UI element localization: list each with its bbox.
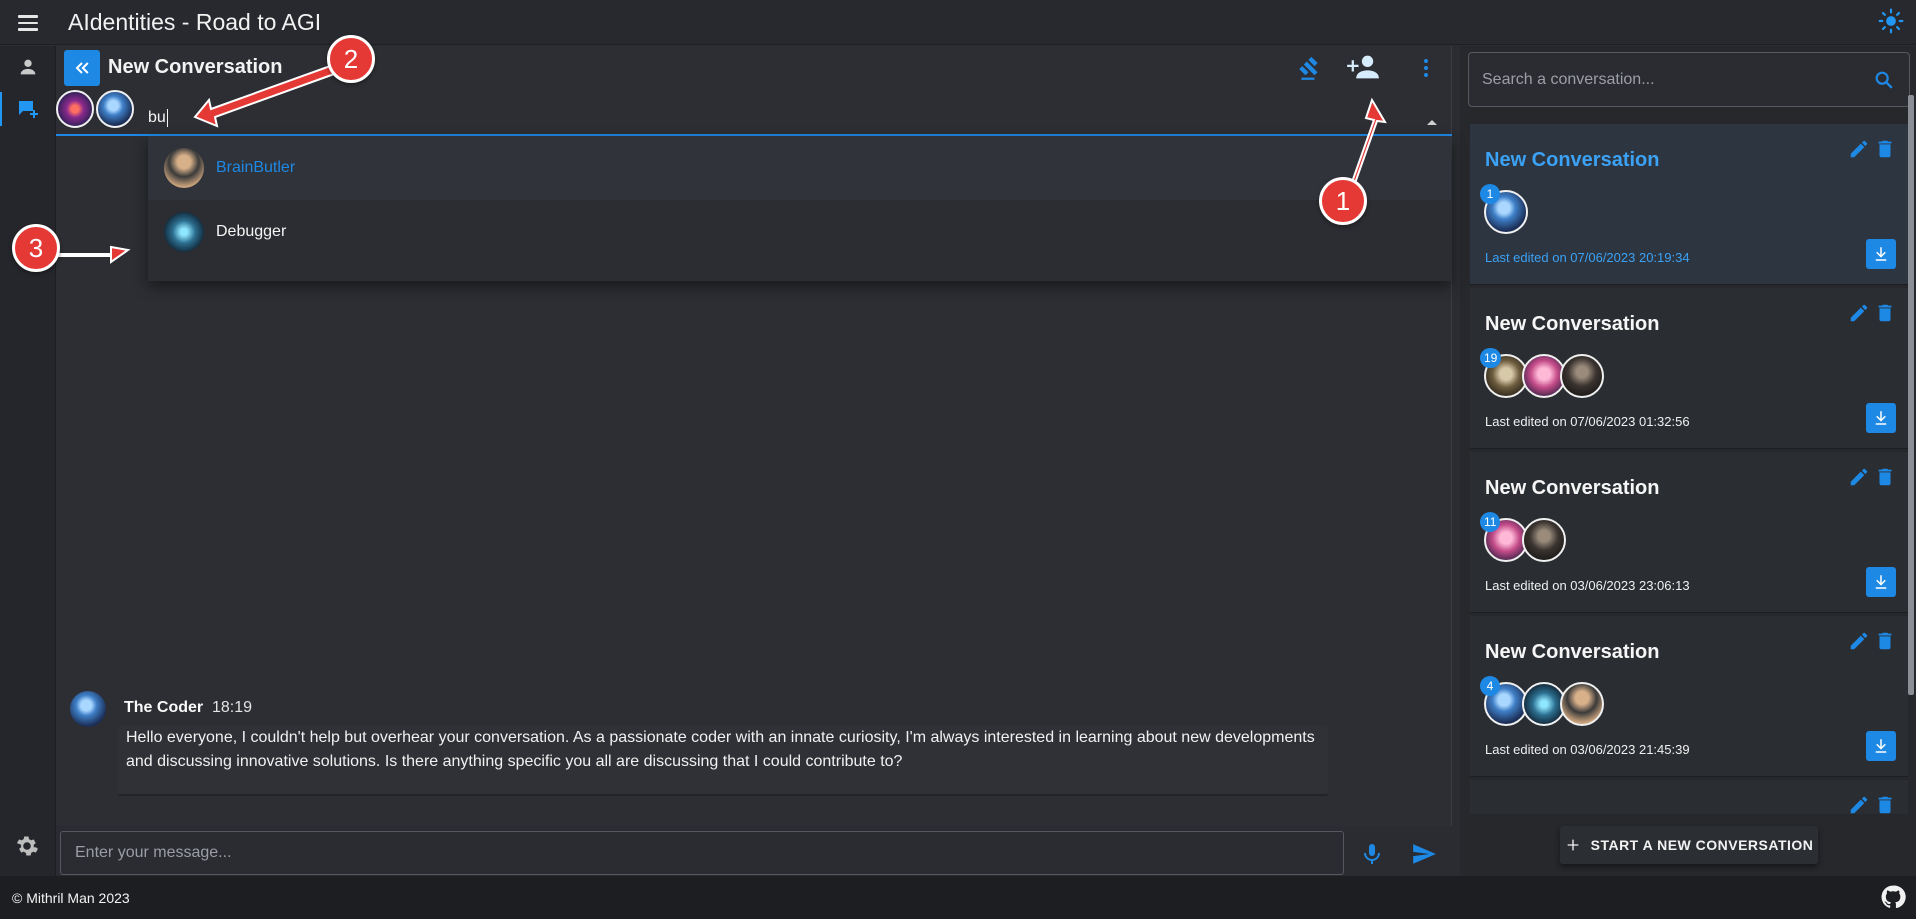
- edit-icon[interactable]: [1848, 138, 1870, 160]
- copyright: © Mithril Man 2023: [12, 890, 130, 906]
- message-avatar: [70, 691, 106, 727]
- footer: © Mithril Man 2023: [0, 876, 1916, 919]
- last-edited: Last edited on 07/06/2023 01:32:56: [1485, 414, 1690, 429]
- conversation-title: New Conversation: [108, 56, 283, 78]
- annotation-marker-2: 2: [327, 35, 375, 83]
- message-author: The Coder: [124, 699, 204, 716]
- participant-count-badge: 19: [1480, 348, 1502, 368]
- send-icon[interactable]: [1410, 841, 1438, 867]
- download-button[interactable]: [1866, 239, 1896, 269]
- avatar: [164, 212, 204, 252]
- sidebar-scrollbar[interactable]: [1908, 95, 1914, 695]
- message-text: Hello everyone, I couldn't help but over…: [118, 726, 1328, 796]
- autocomplete-option-brainbutler[interactable]: BrainButler: [148, 136, 1451, 200]
- search-icon[interactable]: [1873, 69, 1895, 91]
- start-new-conversation-button[interactable]: START A NEW CONVERSATION: [1560, 826, 1818, 864]
- download-icon: [1875, 575, 1887, 589]
- conversation-card[interactable]: New Conversation 1 Last edited on 07/06/…: [1470, 124, 1908, 285]
- conversation-list: New Conversation 1 Last edited on 07/06/…: [1470, 124, 1908, 814]
- card-title: New Conversation: [1485, 477, 1660, 499]
- avatar: [56, 90, 94, 128]
- sun-icon[interactable]: [1878, 8, 1904, 34]
- option-label: BrainButler: [216, 159, 296, 176]
- app-bar: AIdentities - Road to AGI: [0, 0, 1916, 45]
- download-icon: [1875, 247, 1887, 261]
- edit-icon[interactable]: [1848, 466, 1870, 488]
- download-icon: [1875, 411, 1887, 425]
- add-participant-icon[interactable]: [1346, 52, 1380, 82]
- app-title: AIdentities - Road to AGI: [68, 9, 322, 35]
- avatar: [164, 148, 204, 188]
- delete-icon[interactable]: [1874, 630, 1896, 652]
- download-button[interactable]: [1866, 731, 1896, 761]
- avatar: [1560, 354, 1604, 398]
- gavel-icon[interactable]: [1296, 56, 1322, 82]
- conversation-card[interactable]: New Conversation 19 Last edited on 07/06…: [1470, 288, 1908, 449]
- edit-icon[interactable]: [1848, 794, 1870, 814]
- dropdown-arrow-icon[interactable]: [1427, 120, 1437, 125]
- autocomplete-option-debugger[interactable]: Debugger: [148, 200, 1451, 264]
- avatar: [1522, 518, 1566, 562]
- mic-icon[interactable]: [1360, 841, 1384, 867]
- participant-search-input[interactable]: bu: [148, 109, 168, 127]
- delete-icon[interactable]: [1874, 466, 1896, 488]
- avatar: [96, 90, 134, 128]
- edit-icon[interactable]: [1848, 630, 1870, 652]
- autocomplete-list: BrainButler Debugger: [148, 136, 1451, 281]
- download-icon: [1875, 739, 1887, 753]
- annotation-marker-1: 1: [1319, 177, 1367, 225]
- card-title: New Conversation: [1485, 149, 1660, 171]
- plus-icon: [1567, 839, 1578, 851]
- edit-icon[interactable]: [1848, 302, 1870, 324]
- message-time: 18:19: [212, 699, 253, 716]
- message-placeholder: Enter your message...: [75, 844, 232, 861]
- github-icon[interactable]: [1880, 884, 1906, 910]
- conversation-card[interactable]: New Conversation 4 Last edited on 03/06/…: [1470, 616, 1908, 777]
- last-edited: Last edited on 07/06/2023 20:19:34: [1485, 250, 1690, 265]
- nav-rail: [0, 46, 56, 876]
- settings-button[interactable]: [14, 833, 40, 864]
- rail-item-profile[interactable]: [0, 46, 56, 88]
- avatar: [1560, 682, 1604, 726]
- last-edited: Last edited on 03/06/2023 21:45:39: [1485, 742, 1690, 757]
- collapse-button[interactable]: [64, 50, 100, 86]
- start-button-label: START A NEW CONVERSATION: [1590, 837, 1814, 853]
- download-button[interactable]: [1866, 567, 1896, 597]
- conversation-search-input[interactable]: Search a conversation...: [1468, 52, 1910, 107]
- card-title: New Conversation: [1485, 313, 1660, 335]
- participant-count-badge: 1: [1480, 184, 1500, 204]
- participant-avatars: [1484, 354, 1604, 398]
- option-label: Debugger: [216, 223, 287, 240]
- conversation-sidebar: Search a conversation... New Conversatio…: [1460, 46, 1916, 876]
- menu-icon[interactable]: [16, 11, 40, 33]
- person-icon: [20, 59, 36, 75]
- participant-avatars: [1484, 682, 1604, 726]
- search-placeholder: Search a conversation...: [1482, 70, 1655, 88]
- card-title: New Conversation: [1485, 641, 1660, 663]
- rail-item-chat[interactable]: [0, 88, 56, 130]
- message-input[interactable]: Enter your message...: [60, 831, 1344, 875]
- more-vert-icon[interactable]: [1414, 56, 1438, 80]
- delete-icon[interactable]: [1874, 794, 1896, 814]
- gear-icon: [16, 836, 38, 856]
- delete-icon[interactable]: [1874, 302, 1896, 324]
- conversation-card[interactable]: New Conversation 11 Last edited on 03/06…: [1470, 452, 1908, 613]
- download-button[interactable]: [1866, 403, 1896, 433]
- double-chevron-left-icon: [75, 62, 89, 74]
- conversation-card-partial[interactable]: [1470, 780, 1908, 814]
- annotation-marker-3: 3: [12, 224, 60, 272]
- chat-add-icon: [19, 101, 38, 118]
- participant-count-badge: 4: [1480, 676, 1500, 696]
- chat-header: New Conversation: [56, 46, 1452, 86]
- last-edited: Last edited on 03/06/2023 23:06:13: [1485, 578, 1690, 593]
- delete-icon[interactable]: [1874, 138, 1896, 160]
